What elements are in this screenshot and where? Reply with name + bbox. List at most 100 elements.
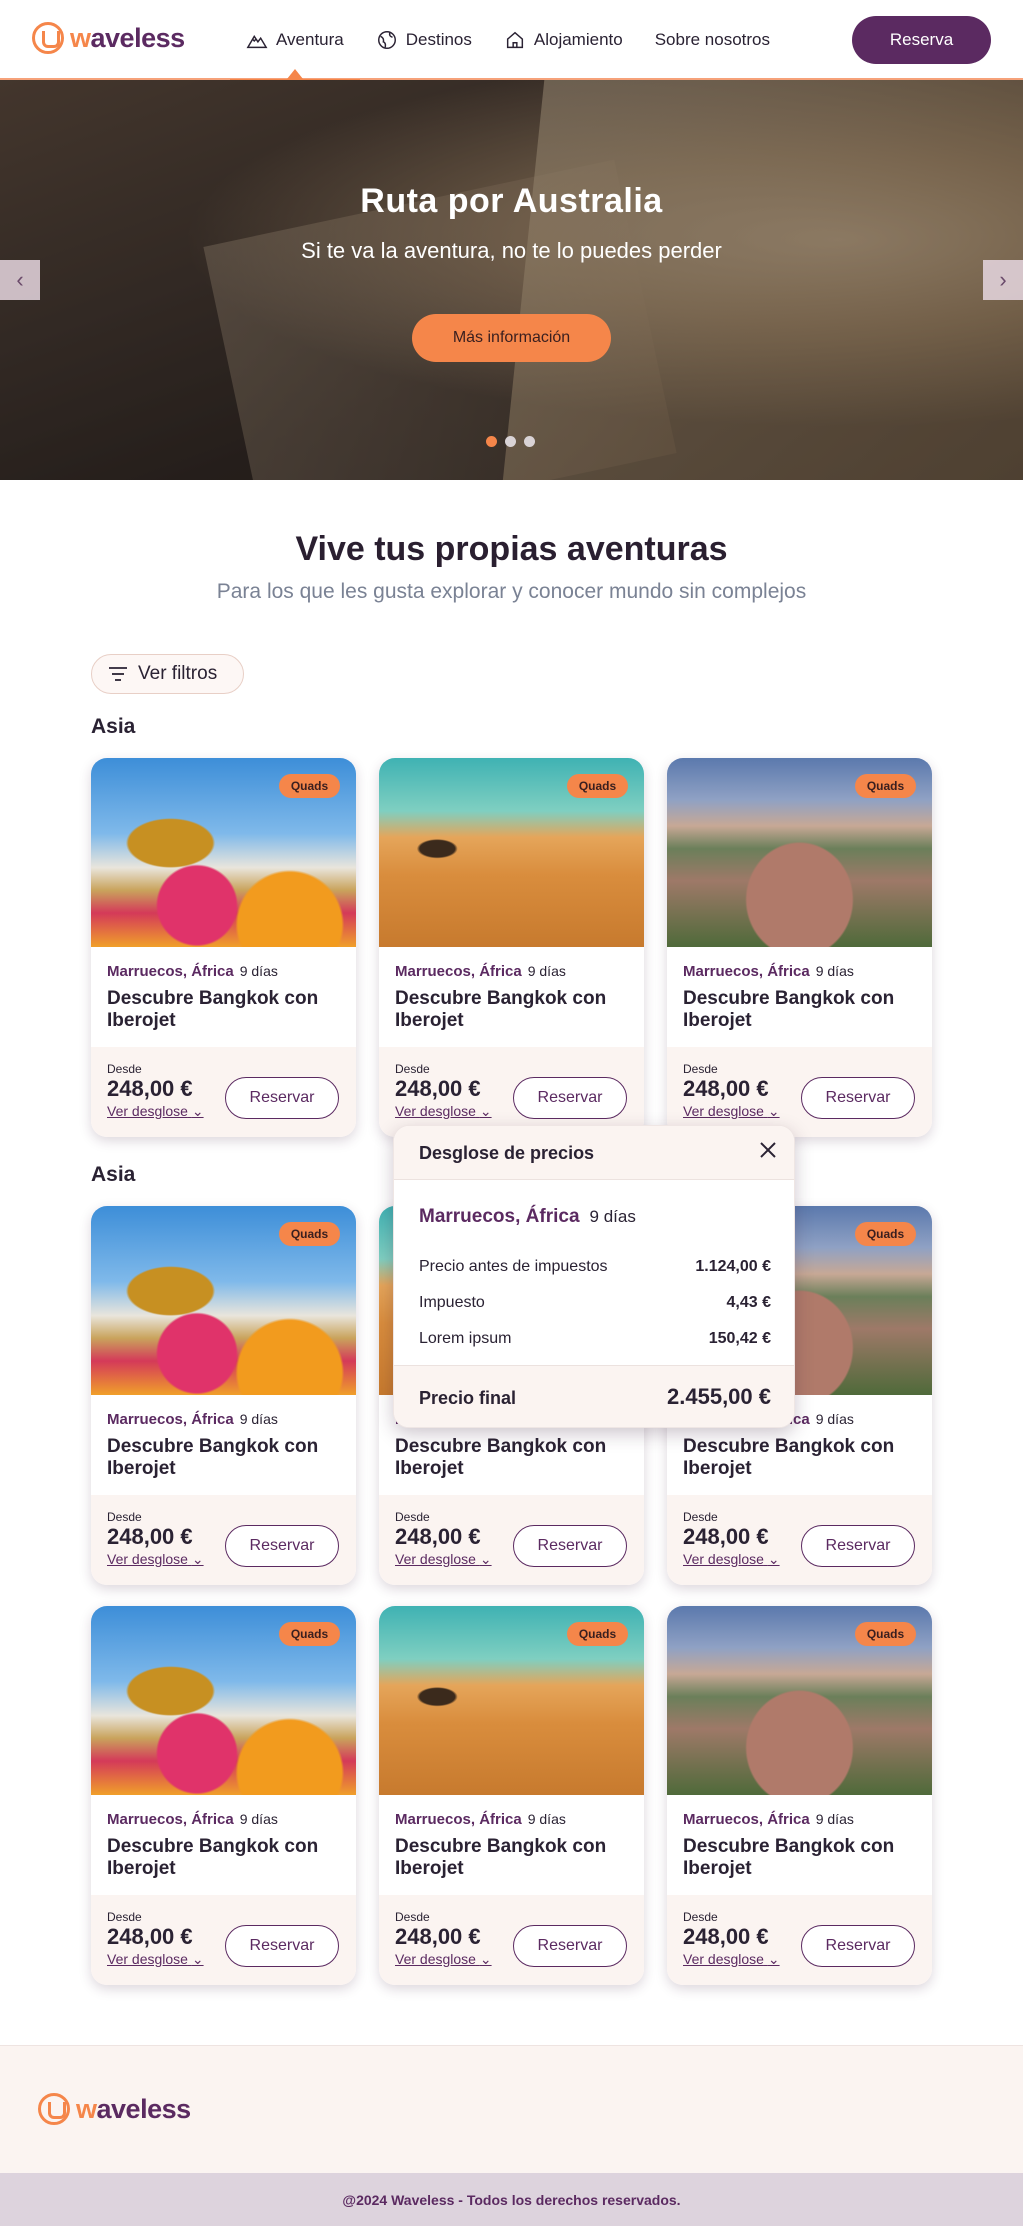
hero-subtitle: Si te va la aventura, no te lo puedes pe… (301, 238, 722, 263)
breakdown-link[interactable]: Ver desglose ⌄ (395, 1951, 492, 1968)
nav-label: Aventura (276, 30, 344, 49)
trip-title: Descubre Bangkok con Iberojet (107, 1436, 319, 1479)
price-from-label: Desde (107, 1910, 142, 1924)
activity-badge: Quads (279, 1622, 340, 1646)
carousel-dot[interactable] (505, 436, 516, 447)
footer-logo[interactable]: waveless (38, 2093, 191, 2125)
trip-days: 9 días (239, 1411, 278, 1427)
nav-label: Destinos (405, 30, 472, 49)
reservar-button[interactable]: Reservar (225, 1077, 339, 1119)
trip-location: Marruecos, África9 días (395, 1811, 566, 1828)
activity-badge: Quads (567, 1622, 628, 1646)
final-price-value: 2.455,00 € (667, 1384, 771, 1409)
nav-item-alojamiento[interactable]: Alojamiento (488, 0, 639, 80)
price-from-label: Desde (683, 1910, 718, 1924)
trip-price: 248,00 € (683, 1076, 769, 1101)
nav-item-sobre-nosotros[interactable]: Sobre nosotros (639, 0, 786, 80)
nav-item-destinos[interactable]: Destinos (360, 0, 488, 80)
trip-card[interactable]: Quads Marruecos, África9 días Descubre Ban… (91, 758, 356, 1137)
nav-label: Sobre nosotros (654, 30, 770, 49)
carousel-prev-button[interactable]: ‹ (0, 260, 40, 300)
main-menu: Aventura Destinos Alojamiento Sobre noso… (230, 0, 786, 82)
final-price-label: Precio final (419, 1388, 517, 1408)
trip-card[interactable]: Quads Marruecos, África9 días Descubre Ban… (91, 1606, 356, 1985)
trip-price: 248,00 € (395, 1524, 481, 1549)
group-title: Asia (91, 715, 136, 738)
filter-icon (109, 667, 127, 681)
card-footer: Desde 248,00 € Ver desglose ⌄ Reservar (91, 1047, 356, 1137)
breakdown-link[interactable]: Ver desglose ⌄ (107, 1551, 204, 1568)
trip-days: 9 días (527, 1811, 566, 1827)
trip-title: Descubre Bangkok con Iberojet (107, 988, 319, 1031)
price-from-label: Desde (683, 1062, 718, 1076)
section-subtitle: Para los que les gusta explorar y conoce… (216, 580, 807, 603)
price-from-label: Desde (107, 1062, 142, 1076)
breakdown-link[interactable]: Ver desglose ⌄ (107, 1103, 204, 1120)
house-icon (506, 31, 523, 49)
reservar-button[interactable]: Reservar (513, 1925, 627, 1967)
breakdown-link[interactable]: Ver desglose ⌄ (683, 1103, 780, 1120)
popup-title: Desglose de precios (419, 1143, 595, 1163)
activity-badge: Quads (279, 1222, 340, 1246)
carousel-dot[interactable] (524, 436, 535, 447)
activity-badge: Quads (855, 1222, 916, 1246)
trip-card[interactable]: Quads Marruecos, África9 días Descubre Ban… (379, 758, 644, 1137)
close-icon[interactable] (756, 1140, 780, 1164)
trip-card[interactable]: Quads Marruecos, África9 días Descubre Ban… (667, 758, 932, 1137)
activity-badge: Quads (567, 774, 628, 798)
reservar-button[interactable]: Reservar (225, 1925, 339, 1967)
trip-card[interactable]: Quads Marruecos, África9 días Descubre Ban… (667, 1606, 932, 1985)
reservar-button[interactable]: Reservar (225, 1525, 339, 1567)
reservar-button[interactable]: Reservar (801, 1925, 915, 1967)
trip-card[interactable]: Quads Marruecos, África9 días Descubre Ban… (91, 1206, 356, 1585)
filters-label: Ver filtros (138, 663, 218, 684)
popup-total: Precio final 2.455,00 € (394, 1365, 794, 1427)
price-row: Lorem ipsum 150,42 € (419, 1330, 771, 1347)
more-info-button[interactable]: Más información (412, 314, 611, 362)
price-row: Precio antes de impuestos 1.124,00 € (419, 1258, 771, 1275)
reserva-button[interactable]: Reserva (852, 16, 991, 64)
price-from-label: Desde (395, 1062, 430, 1076)
breakdown-link[interactable]: Ver desglose ⌄ (395, 1103, 492, 1120)
popup-days: 9 días (589, 1207, 636, 1226)
reservar-button[interactable]: Reservar (801, 1077, 915, 1119)
waveless-logo-icon (32, 22, 64, 54)
filters-button[interactable]: Ver filtros (91, 654, 244, 694)
price-from-label: Desde (395, 1510, 430, 1524)
trip-days: 9 días (239, 1811, 278, 1827)
carousel-next-button[interactable]: › (983, 260, 1023, 300)
hero-title: Ruta por Australia (360, 182, 663, 220)
brand-name: waveless (70, 22, 185, 53)
price-breakdown-popup: Desglose de precios Marruecos, África 9 d… (393, 1125, 795, 1428)
carousel-dot-active[interactable] (486, 436, 497, 447)
reservar-button[interactable]: Reservar (513, 1077, 627, 1119)
trip-price: 248,00 € (683, 1524, 769, 1549)
trip-location: Marruecos, África9 días (107, 1411, 278, 1428)
activity-badge: Quads (855, 1622, 916, 1646)
waveless-logo-icon (38, 2093, 70, 2125)
breakdown-link[interactable]: Ver desglose ⌄ (395, 1551, 492, 1568)
card-footer: Desde 248,00 € Ver desglose ⌄ Reservar (91, 1895, 356, 1985)
breakdown-link[interactable]: Ver desglose ⌄ (683, 1551, 780, 1568)
trip-days: 9 días (239, 963, 278, 979)
hero-carousel: Ruta por Australia Si te va la aventura,… (0, 80, 1023, 480)
trip-title: Descubre Bangkok con Iberojet (395, 988, 607, 1031)
trip-location: Marruecos, África9 días (683, 963, 854, 980)
breakdown-link[interactable]: Ver desglose ⌄ (107, 1951, 204, 1968)
reservar-button[interactable]: Reservar (801, 1525, 915, 1567)
trip-location: Marruecos, África9 días (107, 1811, 278, 1828)
nav-item-aventura[interactable]: Aventura (230, 0, 360, 82)
card-footer: Desde 248,00 € Ver desglose ⌄ Reservar (667, 1047, 932, 1137)
card-footer: Desde 248,00 € Ver desglose ⌄ Reservar (379, 1495, 644, 1585)
trip-days: 9 días (815, 1811, 854, 1827)
breakdown-link[interactable]: Ver desglose ⌄ (683, 1951, 780, 1968)
brand-logo[interactable]: waveless (32, 22, 185, 54)
trip-days: 9 días (815, 963, 854, 979)
brand-name: waveless (76, 2093, 191, 2124)
chevron-down-icon: ⌄ (191, 1951, 204, 1967)
trip-title: Descubre Bangkok con Iberojet (395, 1436, 607, 1479)
globe-icon (377, 31, 396, 49)
reservar-button[interactable]: Reservar (513, 1525, 627, 1567)
trip-title: Descubre Bangkok con Iberojet (683, 1436, 895, 1479)
trip-card[interactable]: Quads Marruecos, África9 días Descubre Ban… (379, 1606, 644, 1985)
